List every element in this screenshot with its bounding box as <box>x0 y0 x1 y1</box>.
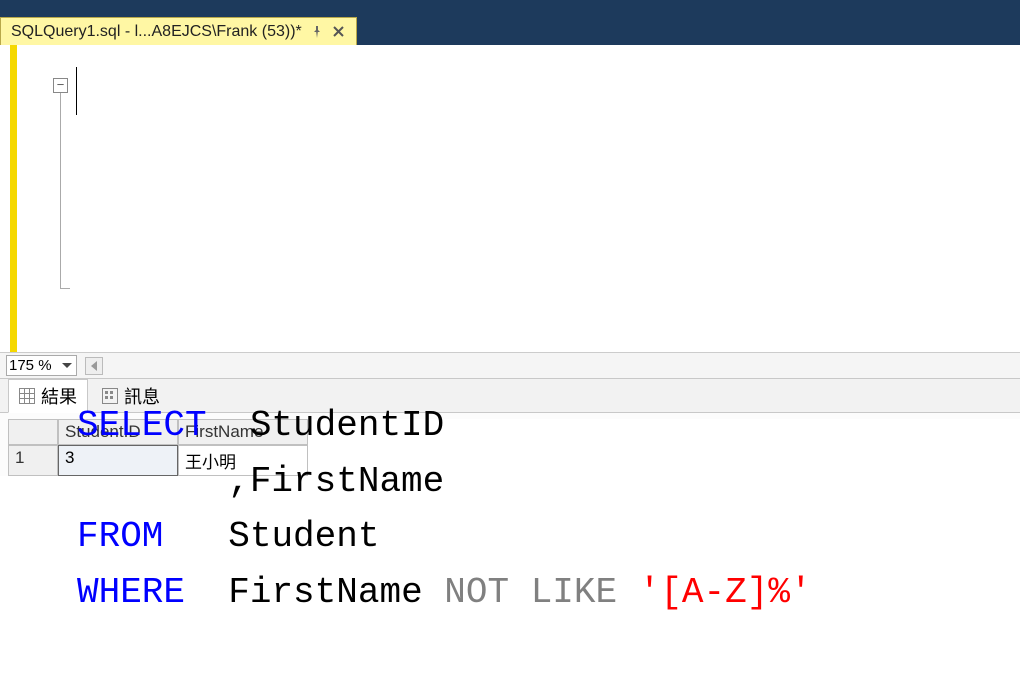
grid-icon <box>19 388 35 404</box>
row-header-1[interactable]: 1 <box>8 445 58 476</box>
fold-guide-vertical <box>60 93 61 288</box>
code-text-2: ,FirstName <box>77 461 444 502</box>
sql-editor[interactable]: − SELECT StudentID ,FirstName FROM Stude… <box>0 45 1020 352</box>
code-text-1: StudentID <box>207 405 445 446</box>
close-icon[interactable] <box>332 25 346 39</box>
zoom-value: 175 % <box>9 357 52 374</box>
kw-select: SELECT <box>77 405 207 446</box>
fold-guide-horizontal <box>60 288 70 289</box>
title-bar-strip <box>0 0 1020 15</box>
kw-not: NOT <box>444 572 509 613</box>
current-line-highlight <box>77 63 1020 119</box>
chevron-down-icon <box>62 363 72 368</box>
tab-title: SQLQuery1.sql - l...A8EJCS\Frank (53))* <box>11 23 302 41</box>
kw-from: FROM <box>77 516 163 557</box>
code-text-4: FirstName <box>185 572 444 613</box>
code-text[interactable]: − SELECT StudentID ,FirstName FROM Stude… <box>77 45 1020 352</box>
outline-margin <box>17 45 77 352</box>
document-tab-active[interactable]: SQLQuery1.sql - l...A8EJCS\Frank (53))* <box>0 17 357 45</box>
fold-toggle[interactable]: − <box>53 78 68 93</box>
zoom-combo[interactable]: 175 % <box>6 355 77 376</box>
messages-icon <box>102 388 118 404</box>
selection-margin <box>0 45 10 352</box>
code-text-3: Student <box>163 516 379 557</box>
text-caret <box>76 67 77 115</box>
string-literal: '[A-Z]%' <box>617 572 811 613</box>
kw-like: LIKE <box>509 572 617 613</box>
document-tab-strip: SQLQuery1.sql - l...A8EJCS\Frank (53))* <box>0 15 1020 45</box>
row-header-corner <box>8 419 58 445</box>
kw-where: WHERE <box>77 572 185 613</box>
change-indicator <box>10 45 17 352</box>
tab-results[interactable]: 結果 <box>8 379 88 413</box>
pin-icon[interactable] <box>310 25 324 39</box>
tab-results-label: 結果 <box>41 383 77 409</box>
